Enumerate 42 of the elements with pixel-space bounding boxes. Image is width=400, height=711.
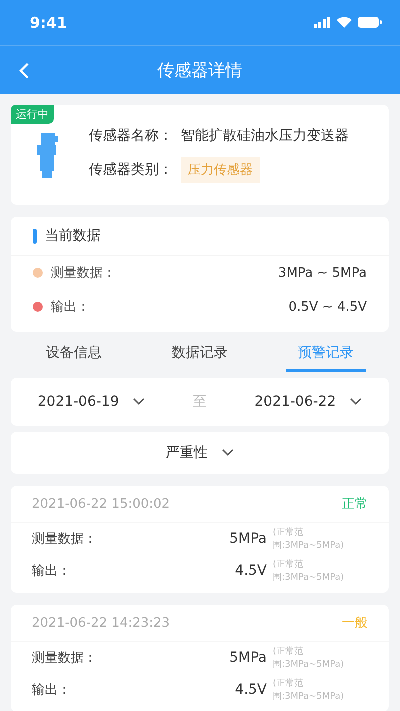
sensor-name: 智能扩散硅油水压力变送器 [181,127,349,145]
record-label: 测量数据： [32,531,97,548]
data-label: 输出： [51,299,90,316]
start-date-picker[interactable]: 2021-06-19 [32,393,152,411]
signal-icon [314,17,331,28]
data-value: 3MPa ~ 5MPa [278,266,367,280]
status-time: 9:41 [30,14,68,32]
range-separator: 至 [193,393,207,411]
record-label: 输出： [32,682,71,699]
battery-icon [358,17,382,28]
field-label: 传感器类别： [89,161,173,179]
end-date-picker[interactable]: 2021-06-22 [248,393,368,411]
data-value: 0.5V ~ 4.5V [288,300,367,314]
severity-filter[interactable]: 严重性 [160,443,240,463]
status-tag: 运行中 [11,105,54,124]
record-label: 测量数据： [32,650,97,667]
accent-bar [33,228,37,244]
normal-range: (正常范围:3MPa~5MPa) [273,526,346,552]
section-title: 当前数据 [45,227,101,245]
wifi-icon [337,17,352,28]
data-label: 测量数据： [51,265,116,282]
normal-range: (正常范围:3MPa~5MPa) [273,678,346,703]
record-time: 2021-06-22 14:23:23 [32,616,170,630]
tab[interactable]: 设备信息 [34,336,114,372]
severity-label: 一般 [342,615,368,632]
record-time: 2021-06-22 15:00:02 [32,496,170,512]
record-value: 5MPa [230,650,267,666]
tab[interactable]: 数据记录 [160,336,240,372]
chevron-down-icon [350,398,362,406]
record-value: 4.5V [235,682,267,698]
normal-range: (正常范围:3MPa~5MPa) [273,646,346,671]
chevron-down-icon [222,449,234,457]
record-label: 输出： [32,563,71,580]
chevron-down-icon [133,398,146,406]
type-tag: 压力传感器 [181,157,260,183]
normal-range: (正常范围:3MPa~5MPa) [273,558,346,584]
sensor-icon [35,132,59,178]
page-title: 传感器详情 [158,60,242,82]
field-label: 传感器名称： [89,127,173,145]
record-value: 4.5V [235,563,267,579]
record-value: 5MPa [230,531,267,547]
severity-label: 正常 [342,496,368,513]
